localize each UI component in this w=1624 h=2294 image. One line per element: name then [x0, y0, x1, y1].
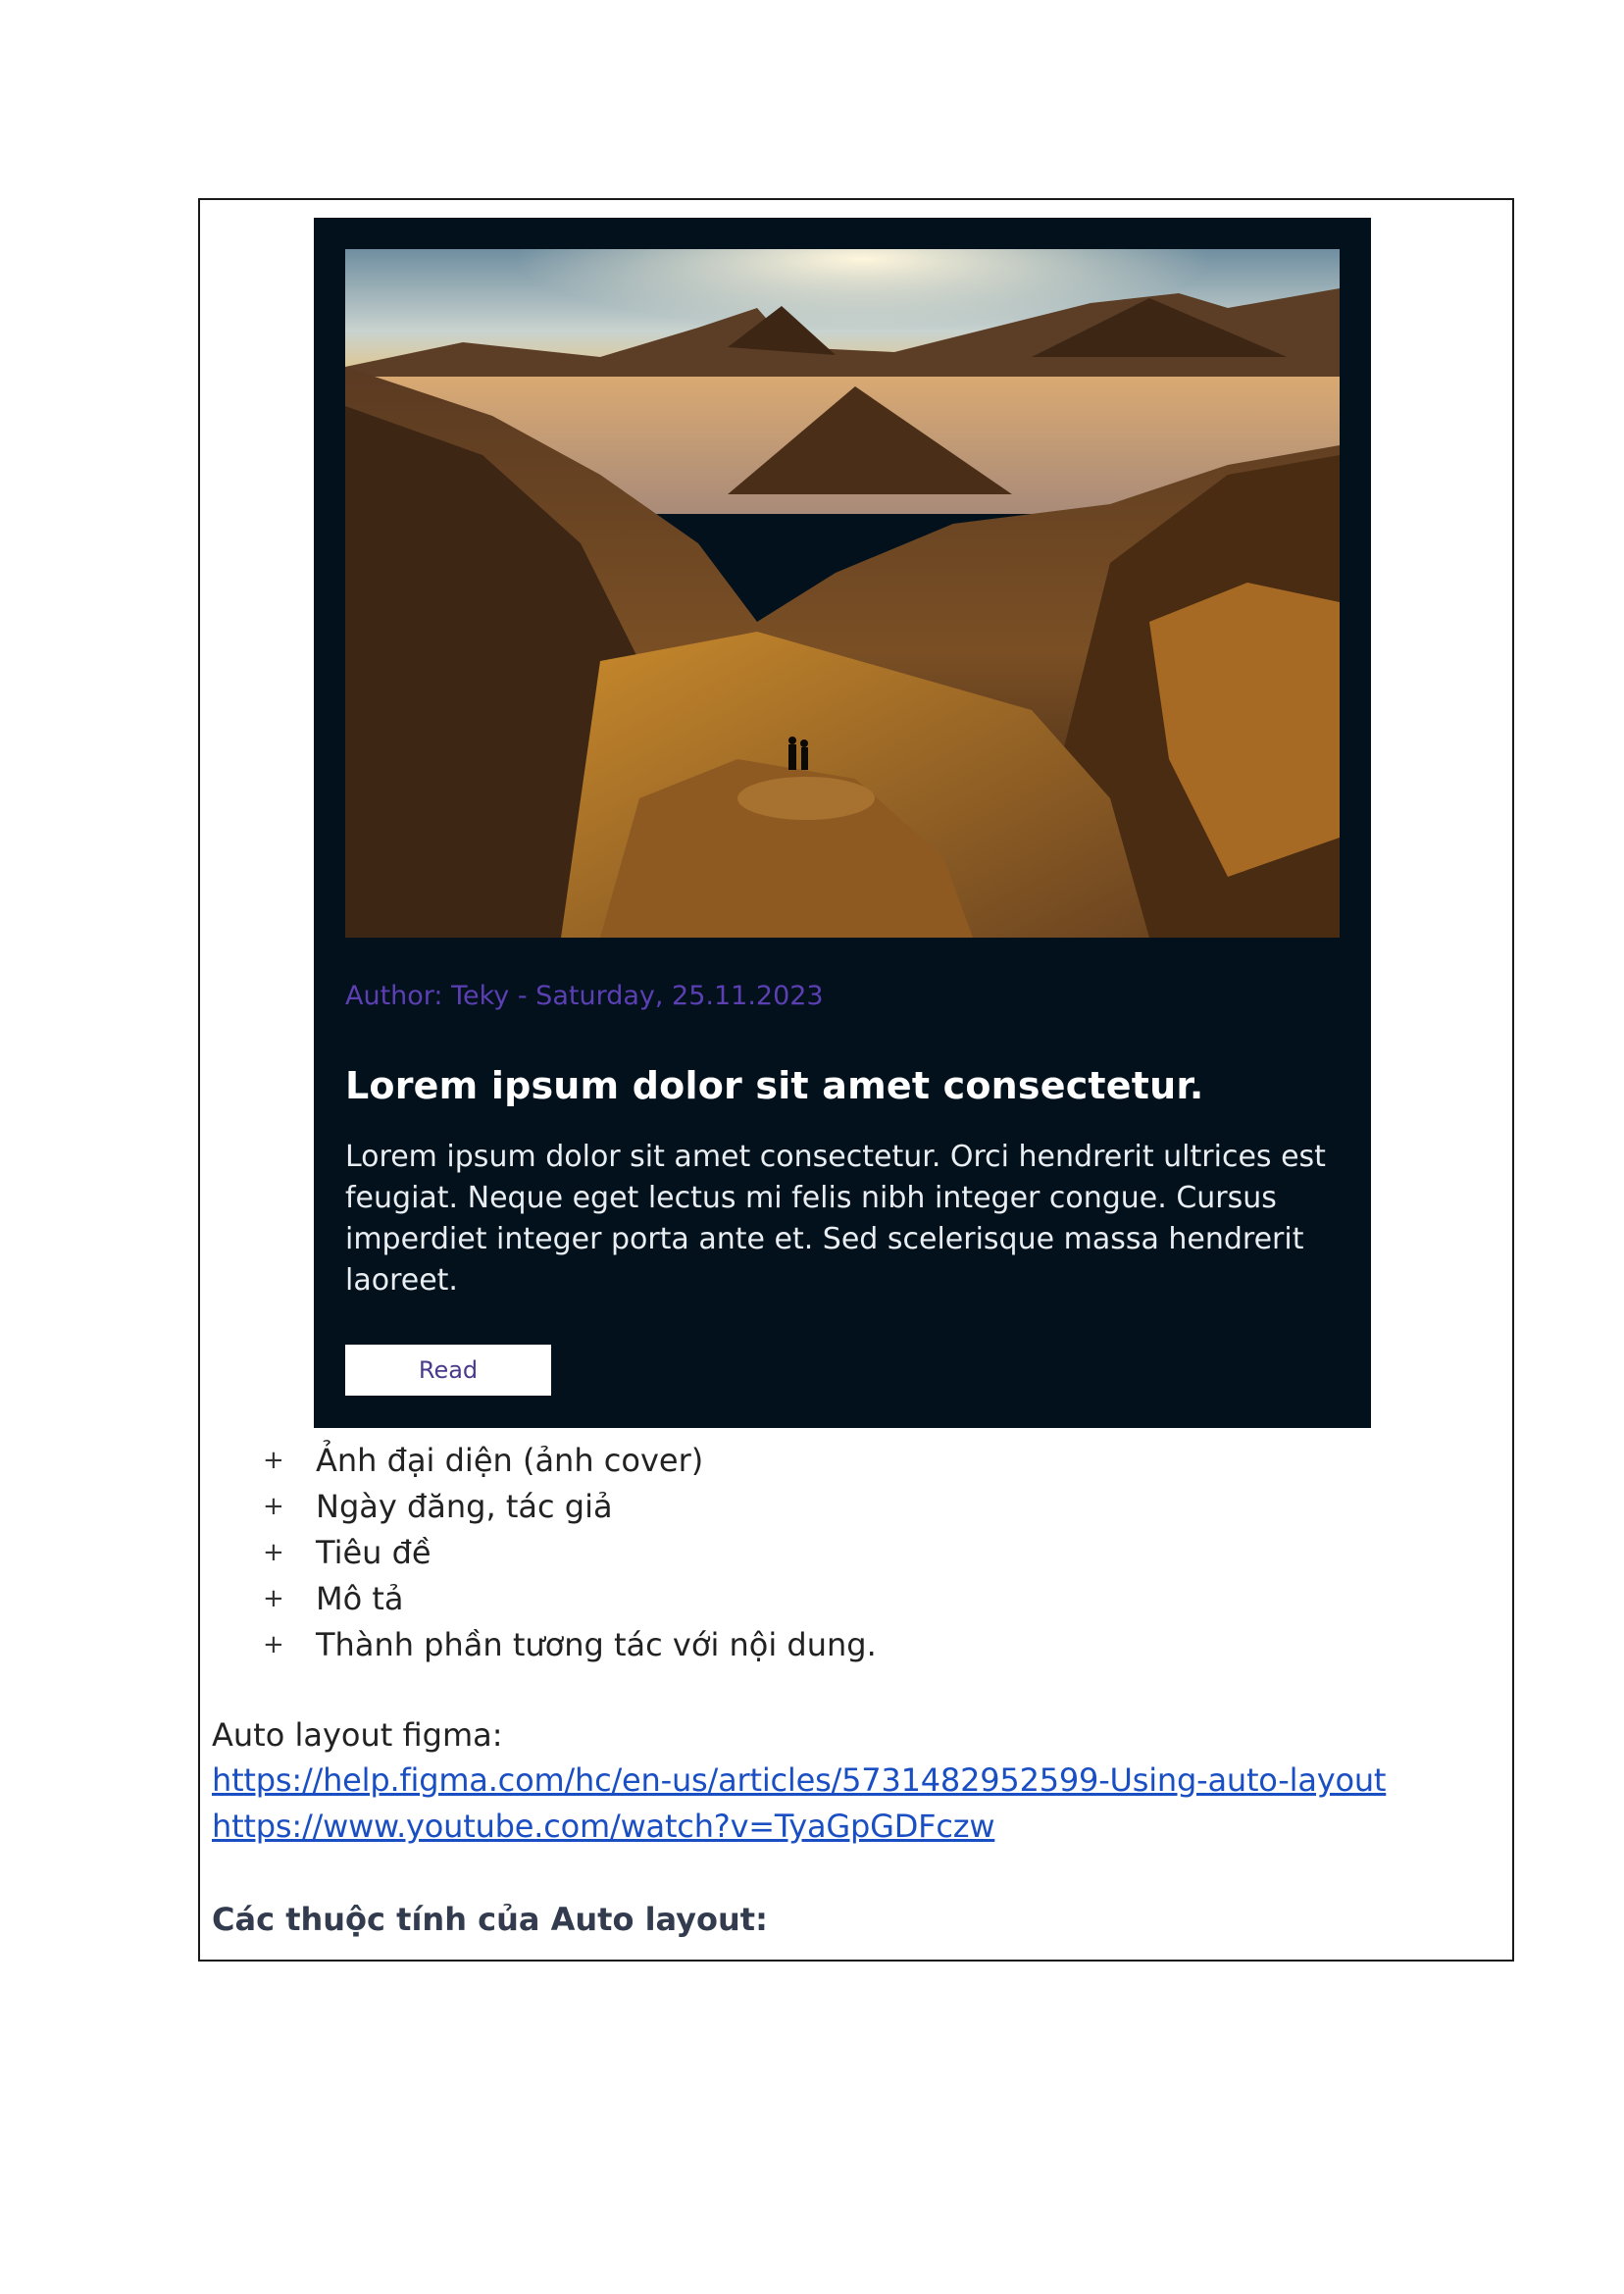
feature-list: + Ảnh đại diện (ảnh cover) + Ngày đăng, tá…: [257, 1437, 877, 1667]
post-description: Lorem ipsum dolor sit amet consectetur. …: [345, 1140, 1326, 1298]
list-item: + Thành phần tương tác với nội dung.: [257, 1621, 877, 1667]
list-item: + Ảnh đại diện (ảnh cover): [257, 1437, 877, 1483]
plus-bullet-icon: +: [263, 1583, 284, 1613]
properties-heading: Các thuộc tính của Auto layout:: [212, 1901, 768, 1938]
list-item-text: Ảnh đại diện (ảnh cover): [316, 1441, 704, 1479]
plus-bullet-icon: +: [263, 1445, 284, 1475]
list-item: + Tiêu đề: [257, 1529, 877, 1575]
list-item-text: Mô tả: [316, 1579, 404, 1617]
figma-help-link[interactable]: https://help.figma.com/hc/en-us/articles…: [212, 1761, 1386, 1799]
youtube-link[interactable]: https://www.youtube.com/watch?v=TyaGpGDF…: [212, 1808, 995, 1845]
plus-bullet-icon: +: [263, 1491, 284, 1521]
cover-image: [345, 249, 1340, 938]
blog-card: Author: Teky - Saturday, 25.11.2023 Lore…: [314, 218, 1371, 1428]
plus-bullet-icon: +: [263, 1537, 284, 1567]
post-title: Lorem ipsum dolor sit amet consectetur.: [345, 1064, 1204, 1107]
list-item: + Ngày đăng, tác giả: [257, 1483, 877, 1529]
list-item-text: Tiêu đề: [316, 1533, 431, 1571]
read-button[interactable]: Read: [345, 1345, 551, 1396]
post-meta: Author: Teky - Saturday, 25.11.2023: [345, 981, 824, 1011]
auto-layout-label: Auto layout figma:: [212, 1716, 503, 1754]
plus-bullet-icon: +: [263, 1629, 284, 1659]
list-item-text: Thành phần tương tác với nội dung.: [316, 1625, 877, 1663]
list-item: + Mô tả: [257, 1575, 877, 1621]
list-item-text: Ngày đăng, tác giả: [316, 1487, 613, 1525]
